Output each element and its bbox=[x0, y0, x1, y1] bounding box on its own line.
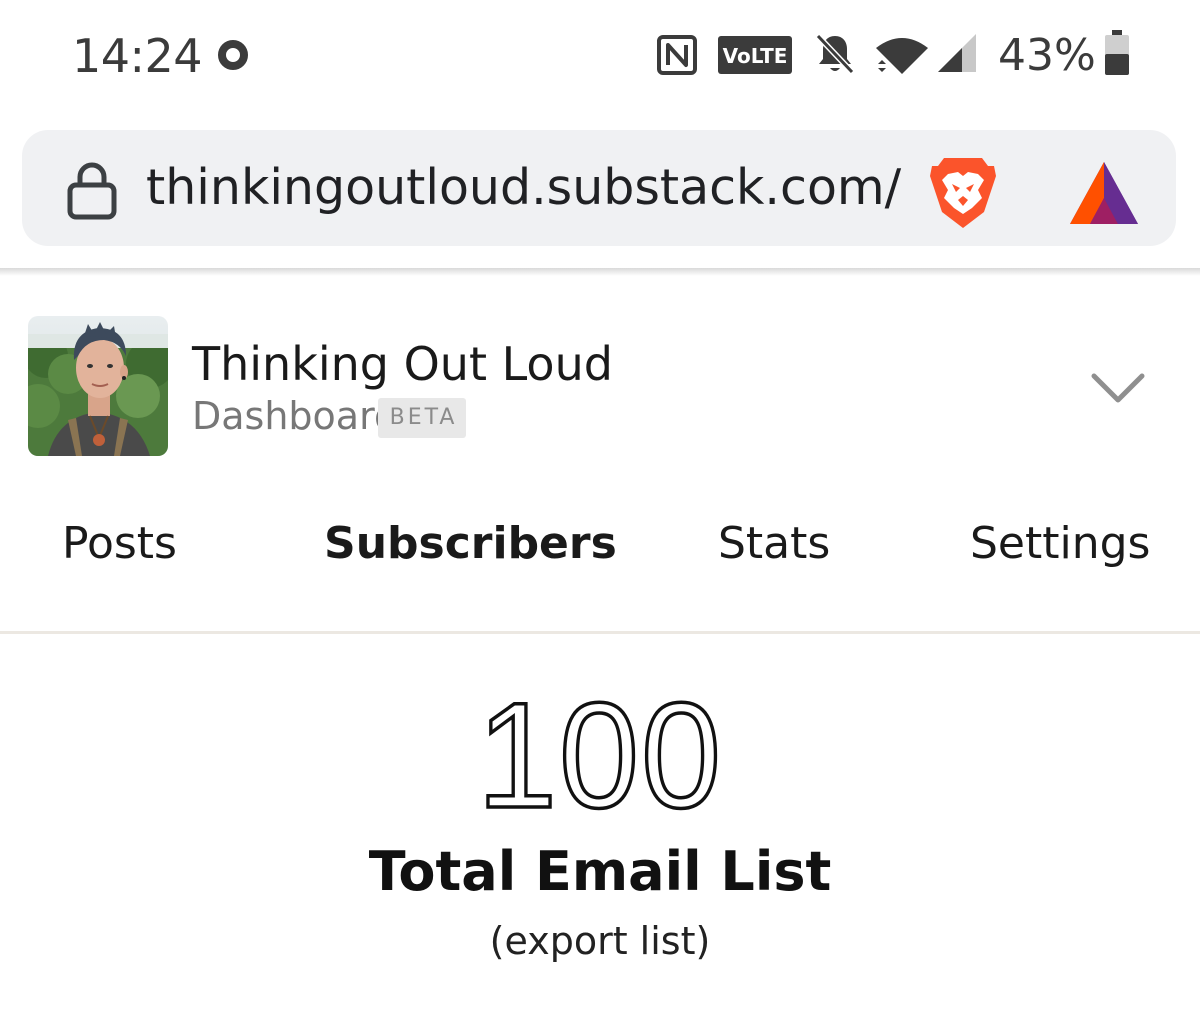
tab-stats[interactable]: Stats bbox=[718, 514, 830, 574]
tab-posts[interactable]: Posts bbox=[62, 514, 177, 574]
battery-percent: 43% bbox=[998, 30, 1096, 81]
lock-icon[interactable] bbox=[66, 160, 118, 220]
publication-subtitle: Dashboard bbox=[192, 394, 399, 438]
chevron-down-icon[interactable] bbox=[1088, 368, 1148, 408]
publication-title[interactable]: Thinking Out Loud bbox=[192, 336, 613, 392]
export-list-link[interactable]: (export list) bbox=[0, 914, 1200, 968]
bat-rewards-icon[interactable] bbox=[1068, 160, 1140, 226]
tab-settings[interactable]: Settings bbox=[970, 514, 1150, 574]
wifi-icon bbox=[876, 38, 928, 74]
volte-icon: VoLTE bbox=[718, 36, 792, 74]
total-subscribers-number: 100 bbox=[475, 671, 723, 842]
url-text[interactable]: thinkingoutloud.substack.com/ bbox=[146, 156, 924, 220]
tab-subscribers[interactable]: Subscribers bbox=[324, 514, 617, 574]
status-time: 14:24 bbox=[72, 29, 203, 83]
tabs-divider bbox=[0, 631, 1200, 634]
address-bar[interactable]: thinkingoutloud.substack.com/ bbox=[22, 130, 1176, 246]
dashboard-tabs: Posts Subscribers Stats Settings bbox=[0, 476, 1200, 632]
svg-text:VoLTE: VoLTE bbox=[723, 44, 788, 68]
toolbar-shadow bbox=[0, 268, 1200, 276]
brave-shield-icon[interactable] bbox=[928, 154, 998, 230]
browser-toolbar: thinkingoutloud.substack.com/ bbox=[0, 112, 1200, 268]
total-email-list-label: Total Email List bbox=[368, 840, 832, 903]
avatar[interactable] bbox=[28, 316, 168, 456]
total-subscribers-count: 100 bbox=[24, 671, 1176, 855]
bell-off-icon bbox=[815, 33, 855, 75]
beta-badge: BETA bbox=[378, 398, 466, 438]
publication-header[interactable]: Thinking Out Loud Dashboard BETA bbox=[0, 276, 1200, 476]
cell-signal-icon bbox=[938, 34, 976, 72]
nfc-icon bbox=[657, 35, 697, 75]
total-subscribers-text: 100 bbox=[477, 682, 723, 832]
record-dot-icon bbox=[218, 40, 248, 70]
status-bar: 14:24 VoLTE 43% bbox=[0, 0, 1200, 112]
battery-icon bbox=[1105, 30, 1129, 75]
